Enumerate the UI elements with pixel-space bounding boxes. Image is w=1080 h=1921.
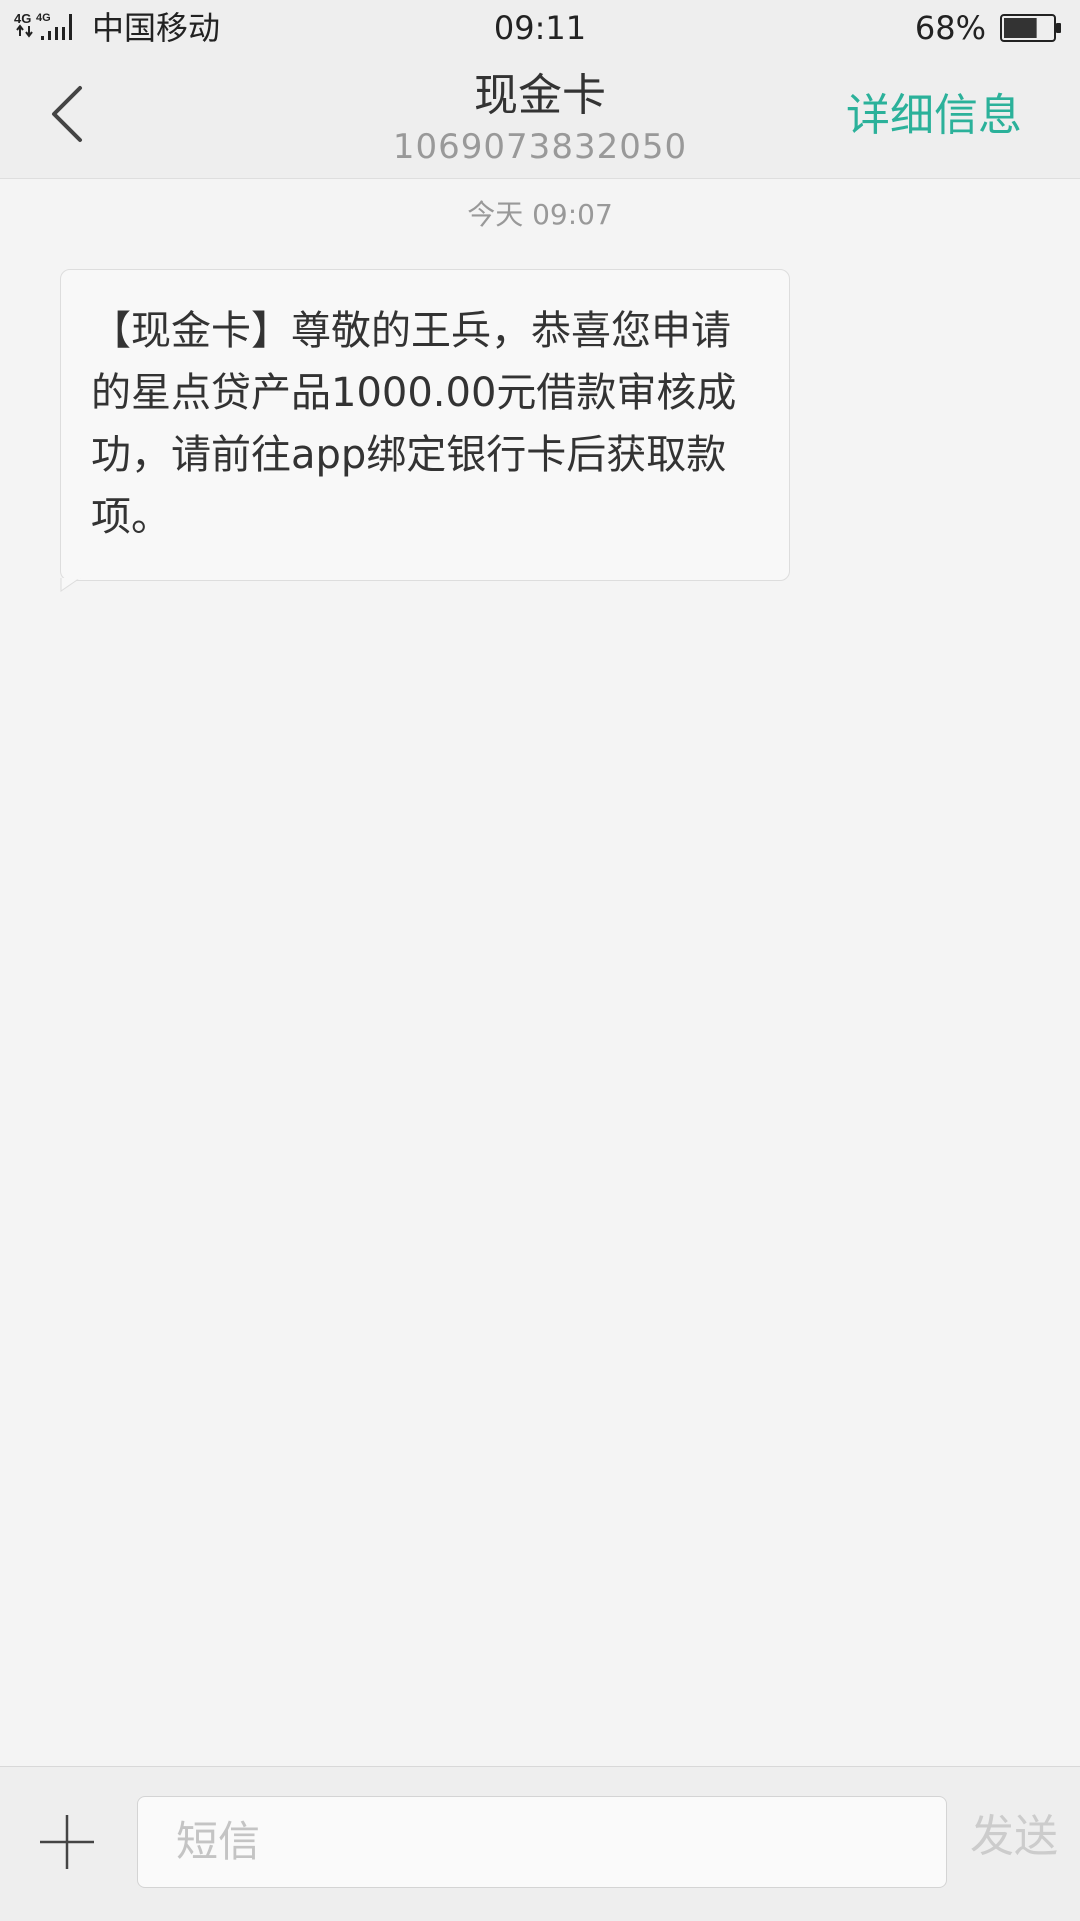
add-attachment-button[interactable]: [38, 1813, 96, 1871]
battery-percentage: 68%: [914, 9, 986, 47]
details-button[interactable]: 详细信息: [846, 90, 1022, 142]
status-bar: 4G 4G 中国移动 09:11 68%: [0, 0, 1080, 56]
sms-input[interactable]: 短信: [137, 1796, 947, 1888]
bubble-tail: [60, 578, 81, 592]
message-timestamp: 今天 09:07: [467, 198, 613, 231]
plus-icon: [40, 1815, 94, 1869]
message-list[interactable]: 今天 09:07 【现金卡】尊敬的王兵，恭喜您申请的星点贷产品1000.00元借…: [0, 179, 1080, 1766]
battery-icon: [1000, 14, 1061, 42]
incoming-message-bubble[interactable]: 【现金卡】尊敬的王兵，恭喜您申请的星点贷产品1000.00元借款审核成功，请前往…: [60, 269, 790, 592]
composer-bar: 短信 发送: [0, 1766, 1080, 1921]
conversation-header: 现金卡 1069073832050 详细信息: [0, 56, 1080, 179]
message-text: 【现金卡】尊敬的王兵，恭喜您申请的星点贷产品1000.00元借款审核成功，请前往…: [91, 308, 737, 540]
send-button[interactable]: 发送: [970, 1807, 1058, 1867]
